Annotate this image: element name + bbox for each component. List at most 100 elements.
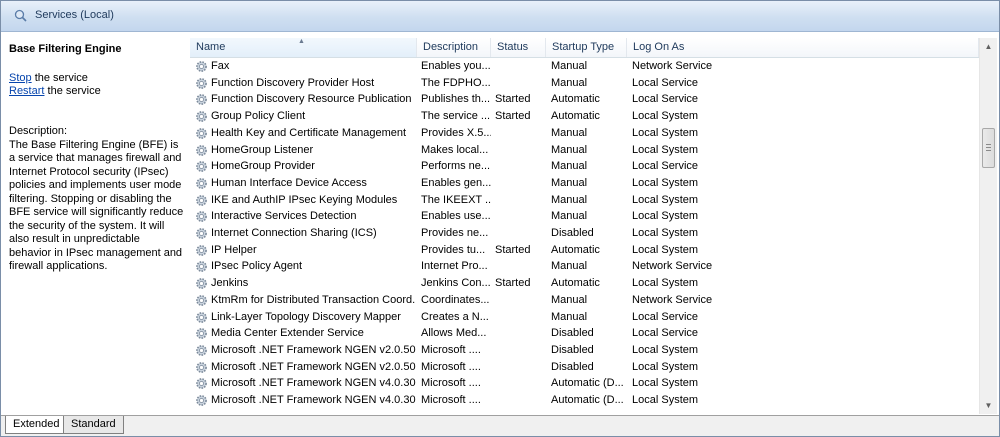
column-header-status[interactable]: Status	[491, 38, 546, 57]
service-description-cell: The service ...	[421, 110, 491, 123]
table-row[interactable]: Interactive Services Detection Enables us…	[190, 208, 979, 225]
gear-icon	[196, 261, 207, 273]
service-description-cell: Creates a N...	[421, 310, 489, 323]
service-description-cell: Makes local...	[421, 143, 489, 156]
gear-icon	[196, 395, 207, 406]
service-startup-cell: Disabled	[551, 327, 594, 340]
service-description-cell: Microsoft ....	[421, 343, 481, 356]
service-name-cell: Health Key and Certificate Management	[211, 126, 407, 139]
service-status-cell: Started	[495, 110, 531, 123]
table-row[interactable]: IKE and AuthIP IPsec Keying Modules The I…	[190, 192, 979, 209]
stop-service-link[interactable]: Stop	[9, 72, 32, 84]
vertical-scrollbar[interactable]: ▲ ▼	[979, 38, 997, 414]
gear-icon	[196, 127, 207, 139]
service-description-cell: Enables you...	[421, 60, 491, 72]
column-name-label: Name	[196, 41, 226, 53]
service-logon-cell: Network Service	[632, 60, 713, 72]
selected-service-name: Base Filtering Engine	[9, 43, 122, 55]
table-row[interactable]: Health Key and Certificate Management Pro…	[190, 125, 979, 142]
service-logon-cell: Local Service	[632, 160, 699, 173]
gear-icon	[196, 144, 207, 156]
column-header-startup-type[interactable]: Startup Type	[546, 38, 627, 57]
table-row[interactable]: Microsoft .NET Framework NGEN v2.0.507..…	[190, 359, 979, 376]
table-row[interactable]: Group Policy Client The service ... Starte…	[190, 108, 979, 125]
service-startup-cell: Manual	[551, 143, 588, 156]
table-row[interactable]: IPsec Policy Agent Internet Pro... Manual N…	[190, 258, 979, 275]
table-row[interactable]: Microsoft .NET Framework NGEN v4.0.303..…	[190, 375, 979, 392]
scroll-up-icon[interactable]: ▲	[980, 38, 997, 55]
service-startup-cell: Manual	[551, 310, 588, 323]
gear-icon	[196, 344, 207, 356]
gear-icon	[196, 211, 207, 223]
table-row[interactable]: Jenkins Jenkins Con... Started Automatic Loc…	[190, 275, 979, 292]
service-name-cell: IKE and AuthIP IPsec Keying Modules	[211, 193, 398, 206]
service-status-cell: Started	[495, 93, 531, 106]
gear-icon	[196, 378, 207, 390]
service-logon-cell: Local System	[632, 143, 699, 156]
column-header-name[interactable]: ▲ Name	[190, 38, 417, 57]
gear-icon	[196, 278, 207, 289]
service-name-cell: Fax	[211, 60, 230, 72]
table-row[interactable]: KtmRm for Distributed Transaction Coord.…	[190, 292, 979, 309]
table-row[interactable]: IP Helper Provides tu... Started Automatic L…	[190, 242, 979, 259]
stop-suffix: the service	[31, 72, 88, 84]
service-description-cell: The IKEEXT ...	[421, 193, 491, 206]
table-row[interactable]: Microsoft .NET Framework NGEN v2.0.507..…	[190, 342, 979, 359]
service-name-cell: Internet Connection Sharing (ICS)	[211, 227, 377, 239]
service-startup-cell: Automatic	[551, 110, 600, 123]
service-status-cell: Started	[495, 277, 531, 290]
service-logon-cell: Local System	[632, 243, 699, 256]
table-row[interactable]: Microsoft .NET Framework NGEN v4.0.303..…	[190, 392, 979, 409]
extended-details-pane: Base Filtering Engine Stop the service R…	[1, 32, 189, 414]
table-row[interactable]: HomeGroup Provider Performs ne... Manual Lo…	[190, 158, 979, 175]
service-description-cell: Coordinates...	[421, 293, 490, 306]
service-logon-cell: Network Service	[632, 293, 713, 306]
restart-suffix: the service	[44, 85, 101, 97]
service-startup-cell: Manual	[551, 126, 588, 139]
service-description-cell: Performs ne...	[421, 160, 491, 173]
scroll-thumb[interactable]	[982, 128, 995, 168]
service-startup-cell: Automatic	[551, 277, 600, 290]
scroll-down-icon[interactable]: ▼	[980, 397, 997, 414]
service-logon-cell: Local System	[632, 176, 699, 189]
gear-icon	[196, 161, 207, 173]
sort-ascending-icon: ▲	[298, 38, 305, 45]
table-row[interactable]: Fax Enables you... Manual Network Service	[190, 58, 979, 75]
service-description-cell: Jenkins Con...	[421, 277, 491, 290]
service-logon-cell: Local Service	[632, 76, 699, 89]
tab-extended[interactable]: Extended	[5, 416, 68, 434]
table-row[interactable]: Media Center Extender Service Allows Med.…	[190, 325, 979, 342]
gear-icon	[196, 328, 207, 340]
service-name-cell: Media Center Extender Service	[211, 327, 364, 340]
table-row[interactable]: Internet Connection Sharing (ICS) Provide…	[190, 225, 979, 242]
column-header-log-on-as[interactable]: Log On As	[627, 38, 979, 57]
gear-icon	[196, 361, 207, 373]
restart-service-link[interactable]: Restart	[9, 85, 44, 97]
service-name-cell: Microsoft .NET Framework NGEN v4.0.303..…	[211, 377, 416, 390]
service-startup-cell: Manual	[551, 60, 588, 72]
column-header-description[interactable]: Description	[417, 38, 491, 57]
table-row[interactable]: HomeGroup Listener Makes local... Manual Lo…	[190, 142, 979, 159]
service-startup-cell: Automatic (D...	[551, 377, 624, 390]
gear-icon	[196, 177, 207, 189]
service-logon-cell: Local Service	[632, 327, 699, 340]
column-status-label: Status	[497, 41, 529, 53]
service-logon-cell: Local System	[632, 394, 699, 406]
service-logon-cell: Local System	[632, 277, 699, 290]
service-description-cell: Allows Med...	[421, 327, 487, 340]
service-name-cell: Group Policy Client	[211, 110, 306, 123]
table-row[interactable]: Human Interface Device Access Enables gen…	[190, 175, 979, 192]
table-row[interactable]: Function Discovery Resource Publication P…	[190, 91, 979, 108]
service-startup-cell: Automatic	[551, 93, 600, 106]
tab-standard[interactable]: Standard	[63, 416, 124, 434]
services-snapin-icon	[14, 9, 27, 22]
gear-icon	[196, 194, 207, 206]
title-bar: Services (Local)	[1, 1, 999, 32]
service-description-cell: Microsoft ....	[421, 394, 481, 406]
service-startup-cell: Manual	[551, 260, 588, 273]
table-row[interactable]: Function Discovery Provider Host The FDPH…	[190, 75, 979, 92]
service-logon-cell: Network Service	[632, 260, 713, 273]
table-row[interactable]: Link-Layer Topology Discovery Mapper Crea…	[190, 309, 979, 326]
service-startup-cell: Manual	[551, 160, 588, 173]
service-startup-cell: Disabled	[551, 360, 594, 373]
